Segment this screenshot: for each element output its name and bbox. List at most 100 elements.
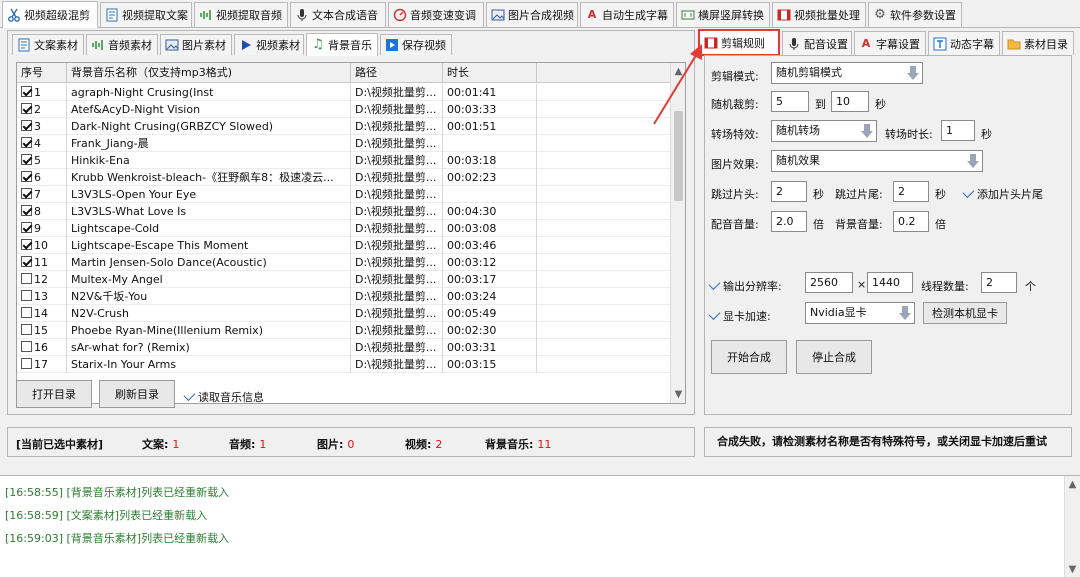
row-number-cell[interactable]: 5 xyxy=(17,152,67,169)
subtab-image-material[interactable]: 图片素材 xyxy=(160,34,232,55)
table-row[interactable]: 12 Multex-My Angel D:\视频批量剪... 00:03:17 xyxy=(17,271,677,288)
read-music-info-checkbox[interactable]: 读取音乐信息 xyxy=(183,388,264,405)
table-row[interactable]: 8 L3V3LS-What Love Is D:\视频批量剪... 00:04:30 xyxy=(17,203,677,220)
row-checkbox[interactable] xyxy=(21,273,32,284)
edit-mode-select[interactable]: 随机剪辑模式 xyxy=(771,62,923,84)
scroll-down-icon[interactable]: ▼ xyxy=(672,388,685,401)
image-effect-select[interactable]: 随机效果 xyxy=(771,150,983,172)
col-header-path[interactable]: 路径 xyxy=(351,63,443,83)
row-number-cell[interactable]: 1 xyxy=(17,84,67,101)
row-number-cell[interactable]: 8 xyxy=(17,203,67,220)
table-row[interactable]: 15 Phoebe Ryan-Mine(Illenium Remix) D:\视频批… xyxy=(17,322,677,339)
row-checkbox[interactable] xyxy=(21,120,32,131)
row-checkbox[interactable] xyxy=(21,154,32,165)
table-row[interactable]: 14 N2V-Crush D:\视频批量剪... 00:05:49 xyxy=(17,305,677,322)
thread-count-input[interactable]: 2 xyxy=(981,272,1017,293)
table-row[interactable]: 2 Atef&AcyD-Night Vision D:\视频批量剪... 00:03:… xyxy=(17,101,677,118)
resolution-height-input[interactable]: 1440 xyxy=(867,272,913,293)
crop-to-input[interactable]: 10 xyxy=(831,91,869,112)
row-checkbox[interactable] xyxy=(21,256,32,267)
tab-software-settings[interactable]: ⚙ 软件参数设置 xyxy=(868,2,962,27)
row-checkbox[interactable] xyxy=(21,307,32,318)
col-header-name[interactable]: 背景音乐名称（仅支持mp3格式) xyxy=(67,63,351,83)
table-row[interactable]: 11 Martin Jensen-Solo Dance(Acoustic) D:\视… xyxy=(17,254,677,271)
tab-batch-process[interactable]: 视频批量处理 xyxy=(772,2,866,27)
table-row[interactable]: 17 Starix-In Your Arms D:\视频批量剪... 00:03:15 xyxy=(17,356,677,373)
row-checkbox[interactable] xyxy=(21,290,32,301)
row-checkbox[interactable] xyxy=(21,205,32,216)
row-checkbox[interactable] xyxy=(21,341,32,352)
rtab-edit-rules[interactable]: 剪辑规则 xyxy=(698,29,780,56)
row-checkbox[interactable] xyxy=(21,324,32,335)
scroll-down-icon[interactable]: ▼ xyxy=(1066,563,1079,576)
table-row[interactable]: 10 Lightscape-Escape This Moment D:\视频批量剪.… xyxy=(17,237,677,254)
transition-duration-input[interactable]: 1 xyxy=(941,120,975,141)
subtab-background-music[interactable]: ♫ 背景音乐 xyxy=(306,33,378,56)
skip-head-input[interactable]: 2 xyxy=(771,181,807,202)
scroll-up-icon[interactable]: ▲ xyxy=(1066,478,1079,491)
table-row[interactable]: 16 sAr-what for? (Remix) D:\视频批量剪... 00:03:… xyxy=(17,339,677,356)
row-number-cell[interactable]: 10 xyxy=(17,237,67,254)
bg-volume-input[interactable]: 0.2 xyxy=(893,211,929,232)
skip-tail-input[interactable]: 2 xyxy=(893,181,929,202)
row-number-cell[interactable]: 14 xyxy=(17,305,67,322)
tab-extract-audio[interactable]: 视频提取音频 xyxy=(194,2,288,27)
row-number-cell[interactable]: 12 xyxy=(17,271,67,288)
tab-image-to-video[interactable]: 图片合成视频 xyxy=(486,2,578,27)
table-row[interactable]: 13 N2V&千坂-You D:\视频批量剪... 00:03:24 xyxy=(17,288,677,305)
row-checkbox[interactable] xyxy=(21,171,32,182)
rtab-subtitle-settings[interactable]: A 字幕设置 xyxy=(854,31,926,55)
table-row[interactable]: 9 Lightscape-Cold D:\视频批量剪... 00:03:08 xyxy=(17,220,677,237)
row-number-cell[interactable]: 2 xyxy=(17,101,67,118)
table-row[interactable]: 5 Hinkik-Ena D:\视频批量剪... 00:03:18 xyxy=(17,152,677,169)
refresh-directory-button[interactable]: 刷新目录 xyxy=(99,380,175,408)
gpu-acceleration-checkbox[interactable]: 显卡加速: xyxy=(708,307,771,324)
tab-audio-speed[interactable]: 音频变速变调 xyxy=(388,2,484,27)
open-directory-button[interactable]: 打开目录 xyxy=(16,380,92,408)
row-number-cell[interactable]: 17 xyxy=(17,356,67,373)
rtab-material-directory[interactable]: 素材目录 xyxy=(1002,31,1074,55)
subtab-save-video[interactable]: 保存视频 xyxy=(380,34,452,55)
table-row[interactable]: 4 Frank_Jiang-晨 D:\视频批量剪... xyxy=(17,135,677,152)
row-checkbox[interactable] xyxy=(21,86,32,97)
row-checkbox[interactable] xyxy=(21,358,32,369)
crop-from-input[interactable]: 5 xyxy=(771,91,809,112)
row-number-cell[interactable]: 16 xyxy=(17,339,67,356)
row-checkbox[interactable] xyxy=(21,222,32,233)
table-row[interactable]: 1 agraph-Night Crusing(Inst D:\视频批量剪... 00:… xyxy=(17,84,677,101)
table-row[interactable]: 6 Krubb Wenkroist-bleach-《狂野飙车8：极速凌云... D:… xyxy=(17,169,677,186)
rtab-dynamic-subtitle[interactable]: 动态字幕 xyxy=(928,31,1000,55)
tab-extract-text[interactable]: 视频提取文案 xyxy=(100,2,192,27)
voice-volume-input[interactable]: 2.0 xyxy=(771,211,807,232)
col-header-duration[interactable]: 时长 xyxy=(443,63,537,83)
table-row[interactable]: 7 L3V3LS-Open Your Eye D:\视频批量剪... xyxy=(17,186,677,203)
row-checkbox[interactable] xyxy=(21,188,32,199)
row-number-cell[interactable]: 7 xyxy=(17,186,67,203)
row-number-cell[interactable]: 3 xyxy=(17,118,67,135)
transition-effect-select[interactable]: 随机转场 xyxy=(771,120,877,142)
resolution-width-input[interactable]: 2560 xyxy=(805,272,853,293)
subtab-video-material[interactable]: 视频素材 xyxy=(234,34,304,55)
subtab-text-material[interactable]: 文案素材 xyxy=(12,34,84,55)
gpu-select[interactable]: Nvidia显卡 xyxy=(805,302,915,324)
subtab-audio-material[interactable]: 音频素材 xyxy=(86,34,158,55)
row-number-cell[interactable]: 11 xyxy=(17,254,67,271)
stop-compose-button[interactable]: 停止合成 xyxy=(796,340,872,374)
row-number-cell[interactable]: 9 xyxy=(17,220,67,237)
row-number-cell[interactable]: 15 xyxy=(17,322,67,339)
add-head-tail-checkbox[interactable]: 添加片头片尾 xyxy=(962,185,1043,202)
tab-screen-rotate[interactable]: 横屏竖屏转换 xyxy=(676,2,770,27)
start-compose-button[interactable]: 开始合成 xyxy=(711,340,787,374)
log-scrollbar[interactable]: ▲ ▼ xyxy=(1064,476,1080,577)
rtab-voice-settings[interactable]: 配音设置 xyxy=(782,31,852,55)
row-number-cell[interactable]: 13 xyxy=(17,288,67,305)
col-header-no[interactable]: 序号 xyxy=(17,63,67,83)
tab-video-super-mix[interactable]: 视频超级混剪 xyxy=(2,1,98,28)
tab-auto-subtitle[interactable]: A 自动生成字幕 xyxy=(580,2,674,27)
row-checkbox[interactable] xyxy=(21,137,32,148)
table-row[interactable]: 3 Dark-Night Crusing(GRBZCY Slowed) D:\视频批… xyxy=(17,118,677,135)
row-number-cell[interactable]: 6 xyxy=(17,169,67,186)
row-checkbox[interactable] xyxy=(21,103,32,114)
output-resolution-checkbox[interactable]: 输出分辨率: xyxy=(708,277,782,294)
row-checkbox[interactable] xyxy=(21,239,32,250)
